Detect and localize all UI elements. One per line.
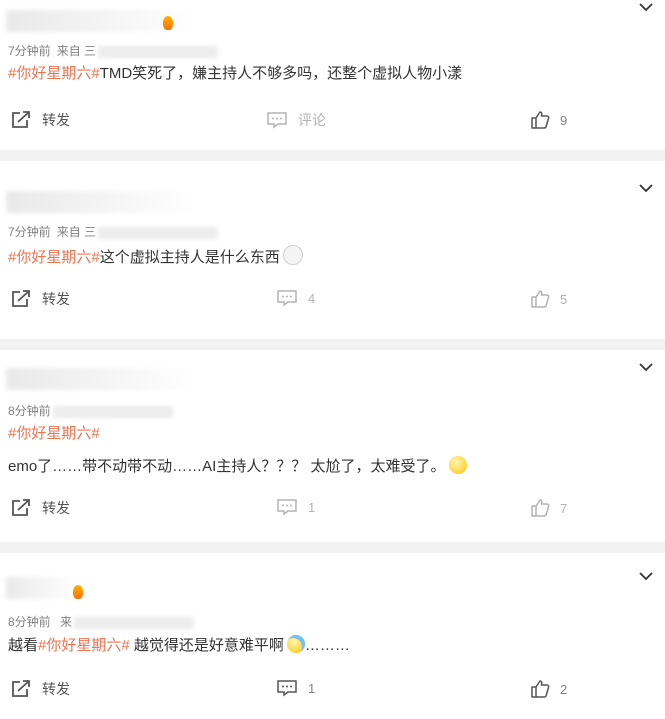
like-button[interactable]: 5: [530, 289, 567, 309]
action-bar: 转发 1 2: [0, 679, 665, 703]
action-bar: 转发 评论 9: [0, 110, 665, 134]
source-name: 来: [60, 615, 73, 629]
comment-feed: 7分钟前 来自 三 #你好星期六#TMD笑死了，嫌主持人不够多吗，还整个虚拟人物小…: [0, 0, 665, 719]
repost-label: 转发: [42, 500, 70, 516]
post-1: 7分钟前 来自 三 #你好星期六#TMD笑死了，嫌主持人不够多吗，还整个虚拟人物小…: [0, 0, 665, 150]
comment-icon: [267, 112, 287, 129]
repost-label: 转发: [42, 291, 70, 307]
post-body: TMD笑死了，嫌主持人不够多吗，还整个虚拟人物小漾: [99, 65, 463, 82]
action-bar: 转发 1 7: [0, 498, 665, 522]
comment-button[interactable]: 4: [276, 289, 315, 307]
comment-button[interactable]: 1: [276, 679, 315, 697]
post-body: 越觉得还是好意难平啊: [129, 637, 284, 654]
blurred-username: [6, 191, 196, 213]
fire-emoji-icon: [73, 585, 83, 599]
share-icon: [12, 290, 30, 307]
repost-button[interactable]: 转发: [10, 679, 70, 699]
post-body: 这个虚拟主持人是什么东西: [99, 249, 280, 266]
thumbs-up-icon: [531, 499, 550, 517]
comment-count: 4: [308, 290, 316, 306]
blurred-source: [52, 405, 173, 418]
thumbs-up-icon: [531, 680, 550, 698]
repost-button[interactable]: 转发: [10, 289, 70, 309]
like-count: 7: [560, 500, 568, 516]
topic-link[interactable]: #你好星期六#: [38, 637, 130, 654]
post-meta: 7分钟前 来自 三: [8, 223, 219, 240]
source-name: 三: [84, 44, 97, 58]
thumbs-up-icon: [531, 290, 550, 308]
like-count: 5: [560, 291, 568, 307]
share-icon: [12, 680, 30, 697]
comment-count: 1: [308, 680, 316, 696]
comment-count: 1: [308, 499, 316, 515]
source-label: 来自: [56, 225, 81, 239]
chevron-down-icon[interactable]: [639, 362, 653, 376]
blurred-username: [6, 368, 196, 390]
comment-icon: [277, 680, 297, 697]
post-3: 8分钟前 #你好星期六# emo了……带不动带不动……AI主持人？？？ 太尬了，…: [0, 350, 665, 542]
post-2: 7分钟前 来自 三 #你好星期六#这个虚拟主持人是什么东西 转发 4 5: [0, 161, 665, 339]
comment-button[interactable]: 评论: [266, 110, 326, 130]
chevron-down-icon[interactable]: [639, 183, 653, 197]
post-meta: 7分钟前 来自 三: [8, 42, 219, 59]
share-icon: [12, 499, 30, 516]
source-name: 三: [84, 225, 97, 239]
topic-link[interactable]: #你好星期六#: [8, 249, 100, 266]
post-text-line-2: emo了……带不动带不动……AI主持人？？？ 太尬了，太难受了。: [8, 456, 467, 477]
like-count: 2: [560, 681, 568, 697]
post-text: #你好星期六#这个虚拟主持人是什么东西: [8, 245, 303, 268]
post-text: 越看#你好星期六# 越觉得还是好意难平啊 ………: [8, 635, 350, 656]
chevron-down-icon[interactable]: [639, 2, 653, 16]
comment-icon: [277, 499, 297, 516]
thumbs-up-icon: [531, 111, 550, 129]
post-text: #你好星期六#TMD笑死了，嫌主持人不够多吗，还整个虚拟人物小漾: [8, 64, 462, 84]
post-meta: 8分钟前 来: [8, 613, 195, 630]
post-body: emo了……带不动带不动……AI主持人？？？ 太尬了，太难受了。: [8, 458, 446, 475]
like-button[interactable]: 7: [530, 498, 567, 518]
chevron-down-icon[interactable]: [639, 571, 653, 585]
blurred-source: [98, 226, 219, 239]
post-text: #你好星期六#: [8, 424, 100, 444]
repost-label: 转发: [42, 112, 70, 128]
laugh-emoji-icon: [448, 456, 467, 474]
ghost-emoji-icon: [282, 245, 303, 265]
timestamp: 7分钟前: [8, 44, 51, 58]
like-count: 9: [560, 112, 568, 128]
repost-label: 转发: [42, 681, 70, 697]
action-bar: 转发 4 5: [0, 289, 665, 313]
post-4: 8分钟前 来 越看#你好星期六# 越觉得还是好意难平啊 ……… 转发 1 2: [0, 553, 665, 719]
like-button[interactable]: 9: [530, 110, 567, 130]
comment-icon: [277, 290, 297, 307]
comment-button[interactable]: 1: [276, 498, 315, 516]
repost-button[interactable]: 转发: [10, 110, 70, 130]
repost-button[interactable]: 转发: [10, 498, 70, 518]
timestamp: 7分钟前: [8, 225, 51, 239]
comment-label: 评论: [298, 112, 326, 128]
post-body-prefix: 越看: [8, 637, 39, 654]
blurred-username: [6, 577, 76, 599]
timestamp: 8分钟前: [8, 404, 51, 418]
topic-link[interactable]: #你好星期六#: [8, 425, 100, 442]
crying-emoji-icon: [286, 635, 305, 653]
blurred-source: [74, 616, 195, 629]
blurred-source: [98, 45, 219, 58]
timestamp: 8分钟前: [8, 615, 51, 629]
topic-link[interactable]: #你好星期六#: [8, 65, 100, 82]
like-button[interactable]: 2: [530, 679, 567, 699]
fire-emoji-icon: [163, 16, 173, 30]
post-meta: 8分钟前: [8, 402, 173, 419]
share-icon: [12, 111, 30, 128]
source-label: 来自: [56, 44, 81, 58]
post-body-suffix: ………: [304, 637, 350, 654]
